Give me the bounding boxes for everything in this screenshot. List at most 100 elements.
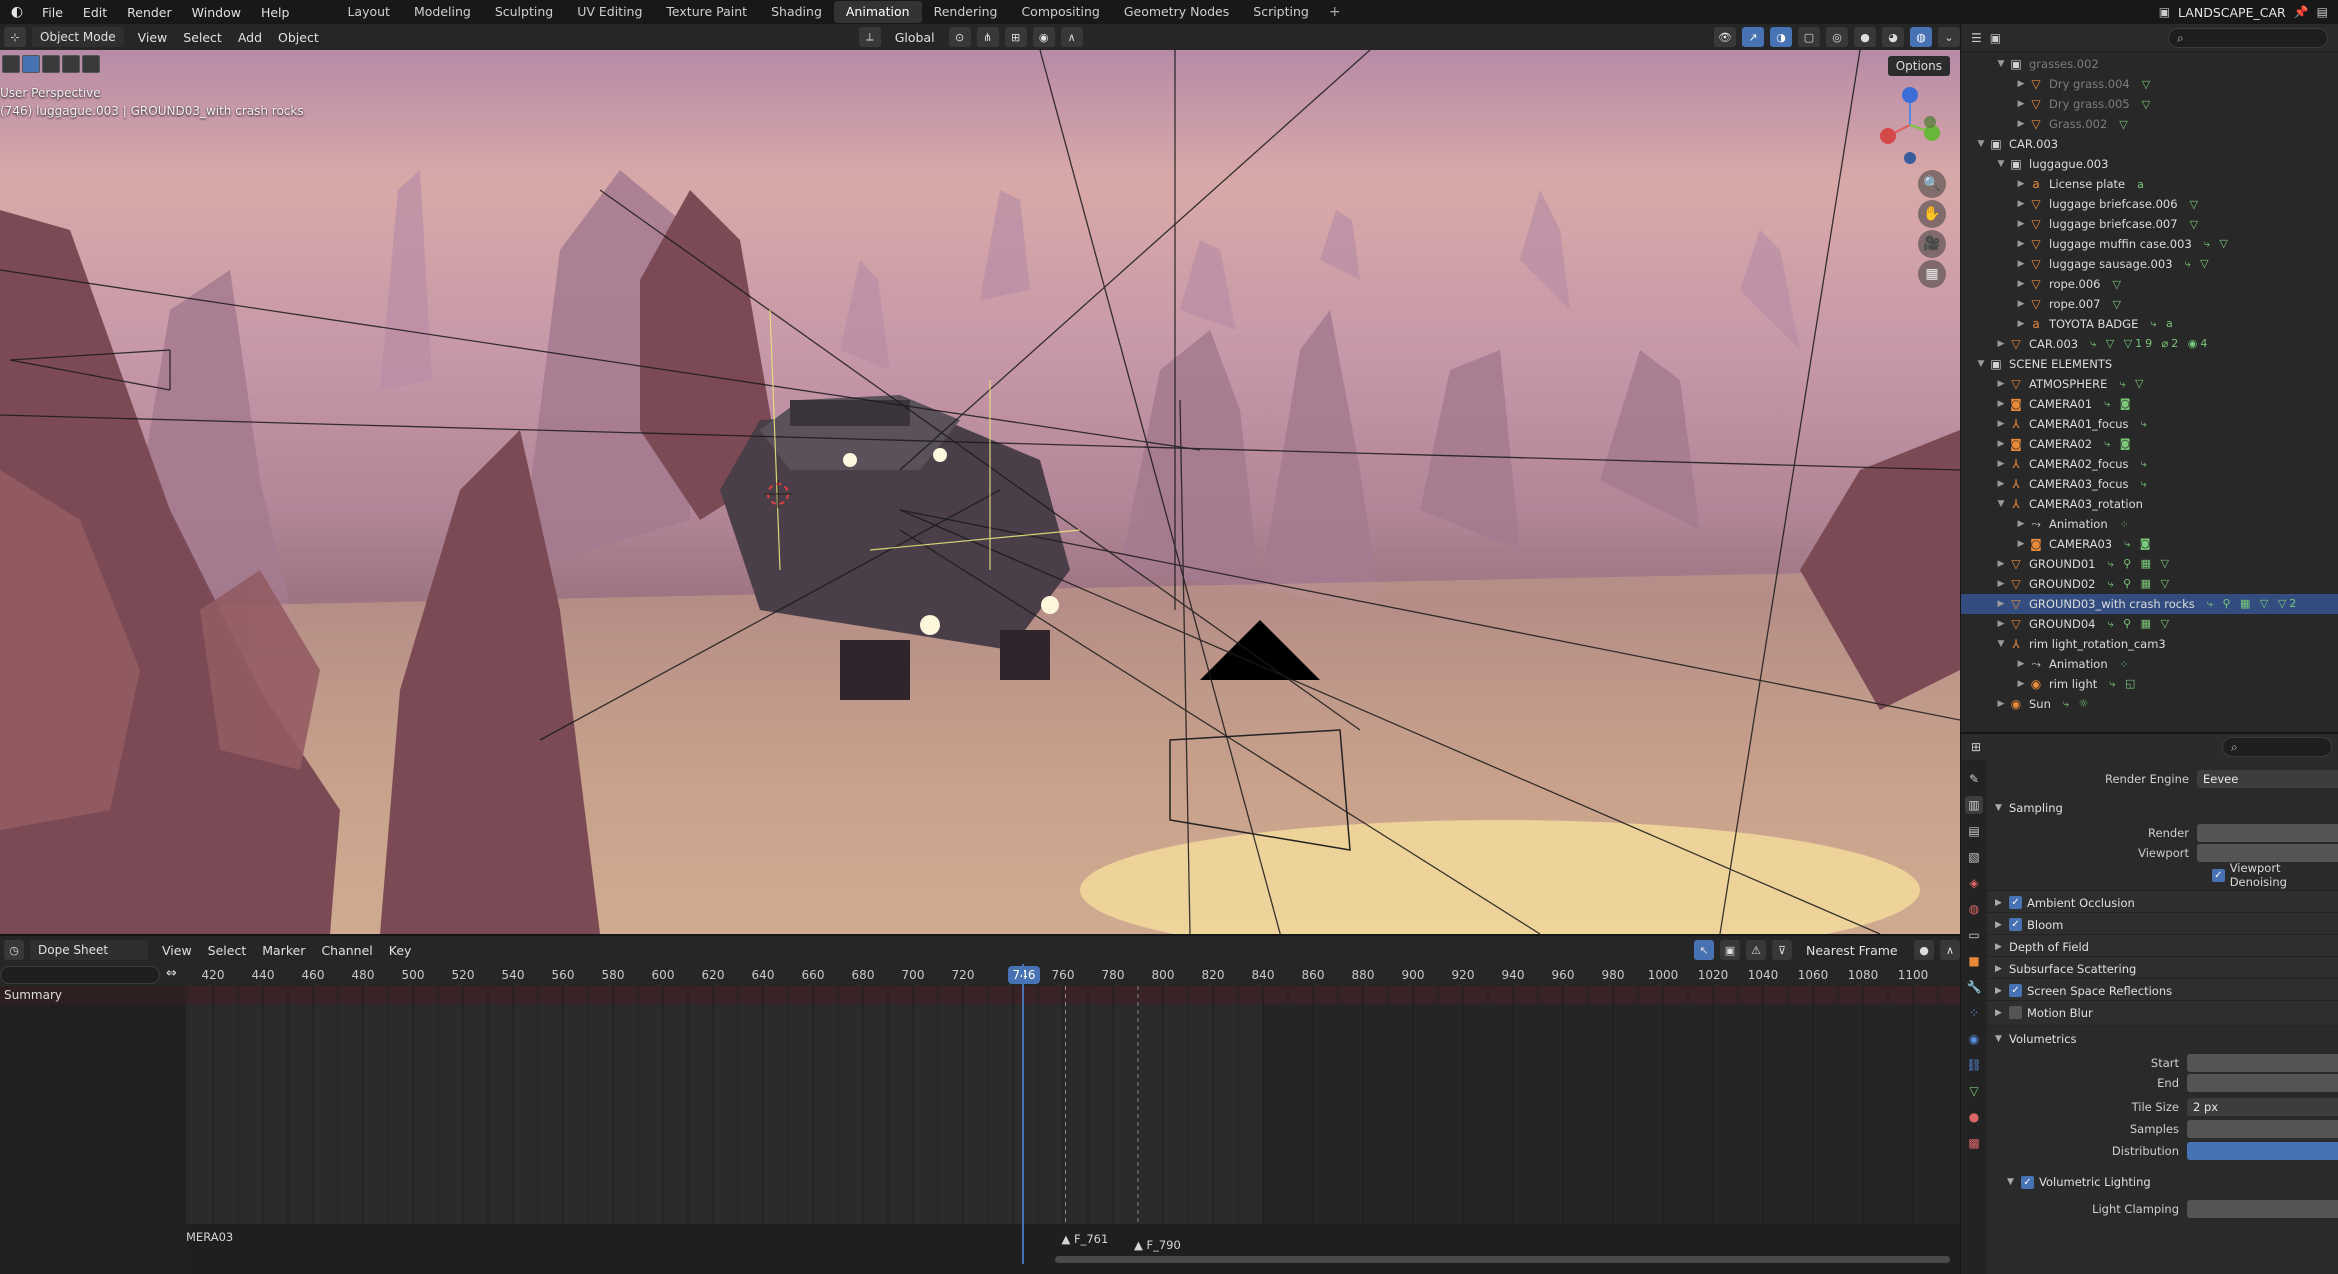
pan-hand-icon[interactable]: ✋ [1918, 200, 1946, 228]
scene-name[interactable]: LANDSCAPE_CAR [2178, 5, 2286, 20]
outliner-row[interactable]: ▶ ▽ GROUND02 ⤷ ⚲ ▦ ▽ [1961, 574, 2338, 594]
overlay-toggle-icon[interactable]: ◑ [1770, 27, 1792, 47]
outliner-editor-icon[interactable]: ☰ [1971, 31, 1982, 45]
gizmo-toggle-icon[interactable]: ↗ [1742, 27, 1764, 47]
outliner-row[interactable]: ▶ ▽ luggage briefcase.007 ▽ [1961, 214, 2338, 234]
frame-ruler[interactable]: ⇔ 746 420 440 460 480 500 520 540 560 580 600 620 6… [0, 964, 1960, 986]
outliner-item-data-icons[interactable]: ⁘ [2120, 658, 2132, 671]
dopesheet-editor-icon[interactable]: ◷ [4, 940, 24, 960]
display-mode-icon[interactable]: ▣ [1990, 31, 2001, 45]
expand-arrow-icon[interactable]: ▶ [1995, 559, 2007, 569]
expand-arrow-icon[interactable]: ▶ [1995, 479, 2007, 489]
vol-start-field[interactable] [2187, 1054, 2338, 1072]
outliner-item-data-icons[interactable]: ⤷ ⚲ ▦ ▽ [2107, 557, 2172, 571]
outliner-row[interactable]: ▶ ▽ Grass.002 ▽ [1961, 114, 2338, 134]
dopesheet-menu-channel[interactable]: Channel [313, 943, 380, 958]
menu-window[interactable]: Window [182, 5, 251, 20]
pivot-icon[interactable]: ⊙ [948, 27, 971, 47]
outliner-item-data-icons[interactable]: ⤷ [2141, 457, 2150, 471]
outliner-item-data-icons[interactable]: ▽ [2142, 98, 2153, 111]
outliner-row[interactable]: ▶ ◉ rim light ⤷ ◱ [1961, 674, 2338, 694]
view-layer-tab-icon[interactable]: ▧ [1965, 848, 1983, 866]
expand-arrow-icon[interactable]: ▶ [1995, 964, 2009, 974]
render-tab-icon[interactable]: ▥ [1965, 796, 1983, 814]
dopesheet-menu-key[interactable]: Key [381, 943, 420, 958]
expand-arrow-icon[interactable]: ▶ [2015, 259, 2027, 269]
particles-tab-icon[interactable]: ⁘ [1965, 1004, 1983, 1022]
texture-tab-icon[interactable]: ▩ [1965, 1134, 1983, 1152]
outliner-row[interactable]: ▶ ⤳ Animation ⁘ [1961, 514, 2338, 534]
expand-arrow-icon[interactable]: ▶ [2015, 519, 2027, 529]
outliner-row[interactable]: ▶ ▽ rope.007 ▽ [1961, 294, 2338, 314]
tab-animation[interactable]: Animation [833, 1, 922, 23]
xray-icon[interactable]: ▢ [1798, 27, 1820, 47]
output-tab-icon[interactable]: ▤ [1965, 822, 1983, 840]
marker-label[interactable]: ▲ F_790 [1134, 1238, 1181, 1252]
expand-arrow-icon[interactable]: ▶ [1995, 599, 2007, 609]
options-dropdown[interactable]: Options [1887, 56, 1950, 76]
outliner-item-data-icons[interactable]: ▽ [2113, 278, 2124, 291]
menu-edit[interactable]: Edit [73, 5, 117, 20]
blender-logo-icon[interactable]: ◐ [6, 3, 28, 21]
constraints-tab-icon[interactable]: ⛓ [1965, 1056, 1983, 1074]
select-extend-icon[interactable] [42, 55, 60, 73]
wireframe-shading-icon[interactable]: ◎ [1826, 27, 1848, 47]
outliner-item-data-icons[interactable]: ⤷ [2141, 417, 2150, 431]
expand-arrow-icon[interactable]: ▶ [1995, 699, 2007, 709]
tab-sculpting[interactable]: Sculpting [483, 1, 565, 23]
outliner-item-data-icons[interactable]: ▽ [2113, 298, 2124, 311]
only-errors-icon[interactable]: ⚠ [1746, 940, 1766, 960]
snap-icon[interactable]: ⋔ [976, 27, 999, 47]
outliner-item-data-icons[interactable]: ⤷ ☼ [2063, 697, 2092, 711]
visibility-icon[interactable]: 👁 [1714, 27, 1736, 47]
snap-target-icon[interactable]: ⊞ [1004, 27, 1027, 47]
orientation-dropdown[interactable]: Global [887, 30, 943, 45]
volumetric-lighting-checkbox[interactable]: ✓ [2021, 1175, 2034, 1189]
outliner-row[interactable]: ▶ ⅄ CAMERA03_focus ⤷ [1961, 474, 2338, 494]
zoom-icon[interactable]: 🔍 [1918, 170, 1946, 198]
expand-arrow-icon[interactable]: ▶ [2015, 279, 2027, 289]
outliner-item-data-icons[interactable]: ▽ [2119, 118, 2130, 131]
tab-scripting[interactable]: Scripting [1241, 1, 1321, 23]
camera-view-icon[interactable]: 🎥 [1918, 230, 1946, 258]
outliner-row[interactable]: ▶ ▽ GROUND04 ⤷ ⚲ ▦ ▽ [1961, 614, 2338, 634]
outliner-item-data-icons[interactable]: ⤷ ◙ [2104, 437, 2133, 451]
expand-arrow-icon[interactable]: ▶ [2015, 319, 2027, 329]
expand-arrow-icon[interactable]: ▶ [1995, 898, 2009, 908]
expand-arrow-icon[interactable]: ▶ [2015, 179, 2027, 189]
snap-mode-dropdown[interactable]: Nearest Frame [1798, 943, 1908, 958]
modifier-tab-icon[interactable]: 🔧 [1965, 978, 1983, 996]
expand-arrow-icon[interactable]: ▶ [2015, 539, 2027, 549]
proportional-edit-icon[interactable]: ◉ [1032, 27, 1055, 47]
marker-label[interactable]: ▲ F_761 [1062, 1232, 1109, 1246]
outliner-item-data-icons[interactable]: ⤷ ▽ [2119, 377, 2146, 391]
tile-size-dropdown[interactable]: 2 px [2187, 1098, 2338, 1116]
playhead[interactable] [1022, 964, 1024, 1264]
marker-region[interactable]: MERA03 ▲ F_761 ▲ F_790 [186, 1224, 1960, 1274]
outliner-item-data-icons[interactable]: ⤷ ◱ [2109, 677, 2138, 691]
outliner-item-data-icons[interactable]: a [2137, 178, 2147, 191]
expand-arrow-icon[interactable]: ▶ [1995, 579, 2007, 589]
menu-file[interactable]: File [32, 5, 73, 20]
rendered-shading-icon[interactable]: ◍ [1910, 27, 1932, 47]
expand-arrow-icon[interactable]: ▶ [2015, 199, 2027, 209]
panel-checkbox[interactable]: ✓ [2009, 984, 2022, 997]
viewport-menu-select[interactable]: Select [175, 30, 230, 45]
material-shading-icon[interactable]: ◕ [1882, 27, 1904, 47]
select-new-icon[interactable] [22, 55, 40, 73]
editor-type-icon[interactable]: ⊹ [4, 27, 26, 47]
shading-options-icon[interactable]: ⌄ [1938, 27, 1960, 47]
outliner-item-data-icons[interactable]: ⤷ ◙ [2124, 537, 2153, 551]
panel-bloom[interactable]: ▶ ✓ Bloom [1987, 912, 2338, 936]
outliner-item-data-icons[interactable]: ⤷ ▽ [2185, 257, 2212, 271]
distribution-slider[interactable] [2187, 1142, 2338, 1160]
outliner-row[interactable]: ▶ ▽ GROUND03_with crash rocks ⤷ ⚲ ▦ ▽ ▽2 [1961, 594, 2338, 614]
expand-arrow-icon[interactable]: ▶ [1995, 920, 2009, 930]
outliner-row[interactable]: ▼ ▣ luggague.003 [1961, 154, 2338, 174]
outliner-item-data-icons[interactable]: ⤷ ⚲ ▦ ▽ [2107, 577, 2172, 591]
panel-screen-space-reflections[interactable]: ▶ ✓ Screen Space Reflections [1987, 978, 2338, 1002]
expand-arrow-icon[interactable]: ▶ [2015, 239, 2027, 249]
outliner-item-data-icons[interactable]: ⤷ a [2150, 317, 2175, 331]
expand-arrow-icon[interactable]: ▶ [1995, 339, 2007, 349]
tab-geometry-nodes[interactable]: Geometry Nodes [1112, 1, 1241, 23]
